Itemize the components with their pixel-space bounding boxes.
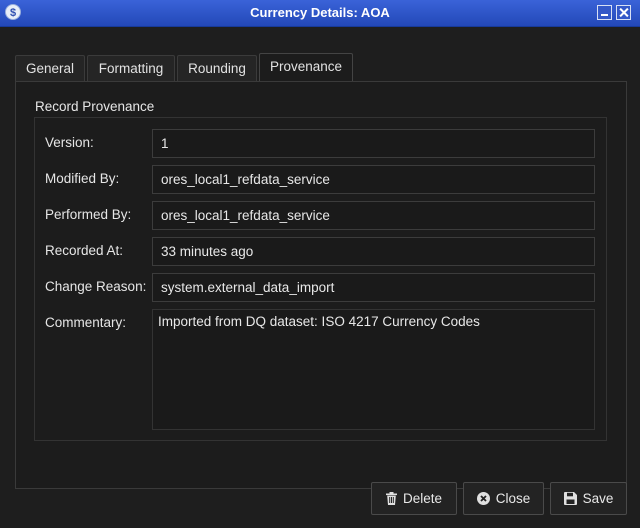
- performed-by-field[interactable]: ores_local1_refdata_service: [152, 201, 595, 230]
- tab-general[interactable]: General: [15, 55, 85, 81]
- version-field[interactable]: 1: [152, 129, 595, 158]
- tab-formatting[interactable]: Formatting: [87, 55, 175, 81]
- tab-rounding[interactable]: Rounding: [177, 55, 257, 81]
- version-label: Version:: [45, 135, 94, 150]
- title-bar: $ Currency Details: AOA: [0, 0, 640, 27]
- minimize-button[interactable]: [597, 5, 612, 20]
- performed-by-label: Performed By:: [45, 207, 132, 222]
- close-button[interactable]: Close: [463, 482, 544, 515]
- floppy-disk-icon: [563, 492, 577, 505]
- change-reason-label: Change Reason:: [45, 279, 147, 294]
- trash-icon: [385, 492, 397, 505]
- window-title: Currency Details: AOA: [250, 5, 390, 20]
- commentary-textarea[interactable]: Imported from DQ dataset: ISO 4217 Curre…: [152, 309, 595, 430]
- dialog-body: General Formatting Rounding Provenance R…: [1, 27, 639, 527]
- delete-button[interactable]: Delete: [371, 482, 457, 515]
- close-label: Close: [495, 491, 531, 506]
- recorded-at-label: Recorded At:: [45, 243, 124, 258]
- modified-by-field[interactable]: ores_local1_refdata_service: [152, 165, 595, 194]
- close-window-button[interactable]: [616, 5, 631, 20]
- save-button[interactable]: Save: [550, 482, 627, 515]
- delete-label: Delete: [402, 491, 443, 506]
- save-label: Save: [582, 491, 614, 506]
- modified-by-label: Modified By:: [45, 171, 120, 186]
- recorded-at-field[interactable]: 33 minutes ago: [152, 237, 595, 266]
- close-circle-icon: [476, 492, 490, 505]
- tab-provenance[interactable]: Provenance: [259, 53, 353, 82]
- change-reason-field[interactable]: system.external_data_import: [152, 273, 595, 302]
- commentary-label: Commentary:: [45, 315, 127, 330]
- group-title: Record Provenance: [35, 99, 155, 114]
